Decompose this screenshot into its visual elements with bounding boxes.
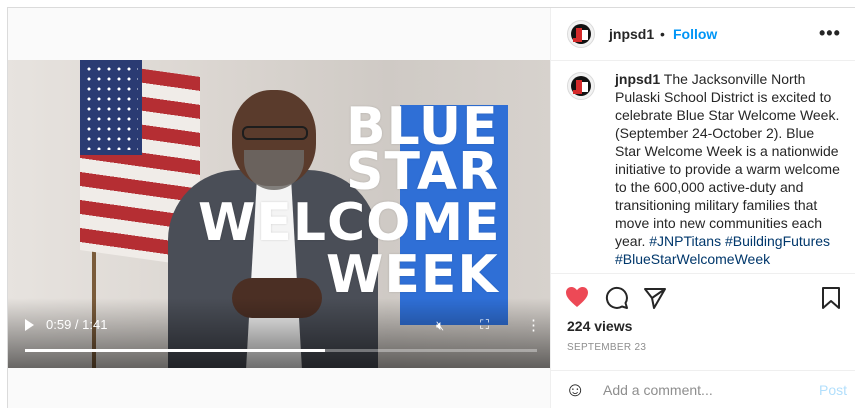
follow-button[interactable]: Follow [673, 26, 717, 42]
emoji-icon[interactable]: ☺ [565, 379, 585, 402]
post-card: BLUE STAR WELCOME WEEK 0:59 / 1:41 🔇︎ ⛶ … [7, 7, 855, 408]
header-username[interactable]: jnpsd1 [609, 26, 654, 42]
avatar[interactable] [567, 20, 595, 48]
comment-bubble-icon[interactable] [605, 286, 629, 310]
jnp-logo-icon [571, 76, 591, 96]
video-title-line-4: WEEK [326, 245, 499, 305]
caption-text: jnpsd1 The Jacksonville North Pulaski Sc… [615, 70, 841, 268]
paper-plane-icon[interactable] [643, 286, 667, 310]
video-progress-fill [25, 349, 325, 352]
caption-hashtags[interactable]: #JNPTitans #BuildingFutures #BlueStarWel… [615, 233, 830, 267]
view-count[interactable]: 224 views [567, 318, 632, 334]
caption-username[interactable]: jnpsd1 [615, 71, 660, 87]
media-panel: BLUE STAR WELCOME WEEK 0:59 / 1:41 🔇︎ ⛶ … [8, 8, 551, 408]
header-separator: • [660, 26, 665, 42]
post-comment-button[interactable]: Post [819, 382, 847, 398]
caption-avatar[interactable] [567, 72, 595, 100]
fullscreen-icon[interactable]: ⛶ [480, 317, 489, 333]
play-icon[interactable] [25, 319, 34, 331]
video-progress-bar[interactable] [25, 349, 537, 352]
post-date[interactable]: SEPTEMBER 23 [567, 342, 646, 353]
more-options-icon[interactable]: ••• [819, 23, 841, 44]
comment-bar: ☺ Post [551, 370, 855, 409]
jnp-logo-icon [571, 24, 591, 44]
video-player[interactable]: BLUE STAR WELCOME WEEK 0:59 / 1:41 🔇︎ ⛶ … [8, 60, 550, 368]
video-time: 0:59 / 1:41 [46, 317, 108, 332]
mute-icon[interactable]: 🔇︎ [436, 318, 444, 334]
caption-body: The Jacksonville North Pulaski School Di… [615, 71, 840, 249]
comment-input[interactable] [601, 381, 815, 399]
post-sidebar: jnpsd1 • Follow ••• jnpsd1 The Jacksonvi… [551, 8, 855, 408]
post-header: jnpsd1 • Follow ••• [551, 8, 855, 61]
video-options-icon[interactable]: ⋮ [526, 316, 541, 334]
video-title-line-3: WELCOME [198, 193, 501, 253]
bookmark-icon[interactable] [821, 286, 841, 310]
video-controls-bar [8, 298, 550, 368]
heart-filled-icon[interactable] [565, 286, 589, 308]
